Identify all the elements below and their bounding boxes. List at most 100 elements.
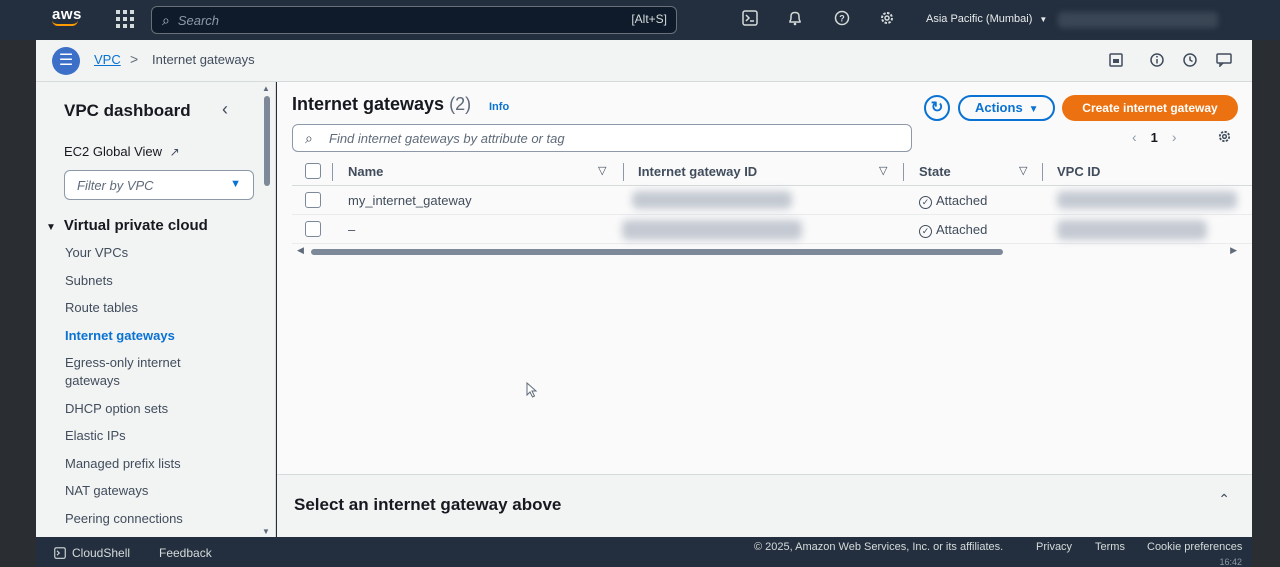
- scrollbar-thumb[interactable]: [311, 249, 1003, 255]
- breadcrumb: ☰ VPC > Internet gateways: [36, 40, 1252, 82]
- column-header-vpc-id[interactable]: VPC ID: [1057, 164, 1100, 179]
- sort-icon[interactable]: ▽: [598, 164, 606, 177]
- pagination: ‹ 1 ›: [1132, 129, 1177, 145]
- services-grid-icon[interactable]: [116, 10, 134, 28]
- global-search-input[interactable]: ⌕ Search [Alt+S]: [151, 6, 677, 34]
- sidebar-item-your-vpcs[interactable]: Your VPCs: [65, 244, 255, 262]
- sidebar-item-egress-only-internet-gateways[interactable]: Egress-only internet gateways: [65, 354, 205, 390]
- account-menu[interactable]: [1058, 12, 1218, 28]
- row-checkbox[interactable]: [305, 192, 321, 208]
- column-header-state[interactable]: State: [919, 164, 951, 179]
- refresh-button[interactable]: ↻: [924, 95, 950, 121]
- cloudshell-label: CloudShell: [72, 546, 131, 560]
- sidebar-item-elastic-ips[interactable]: Elastic IPs: [65, 427, 255, 445]
- column-divider: [1042, 163, 1043, 181]
- scroll-right-icon[interactable]: ▶: [1230, 245, 1237, 256]
- row-state-label: Attached: [936, 193, 988, 208]
- sidebar-item-subnets[interactable]: Subnets: [65, 272, 255, 290]
- table-header: Name ▽ Internet gateway ID ▽ State ▽ VPC…: [292, 158, 1252, 186]
- redacted-vpc-id: [1057, 220, 1207, 240]
- sidebar-item-internet-gateways[interactable]: Internet gateways: [65, 327, 255, 345]
- ec2-global-view-link[interactable]: EC2 Global View ↗: [64, 144, 180, 159]
- chevron-down-icon: ▼: [1039, 15, 1048, 24]
- create-internet-gateway-button[interactable]: Create internet gateway: [1062, 95, 1238, 121]
- help-icon[interactable]: ?: [832, 10, 852, 30]
- column-header-internet-gateway-id[interactable]: Internet gateway ID: [638, 164, 757, 179]
- section-virtual-private-cloud[interactable]: ▼ Virtual private cloud: [46, 217, 208, 234]
- sort-icon[interactable]: ▽: [879, 164, 887, 177]
- caret-down-icon: ▼: [46, 222, 56, 233]
- caret-down-icon: ▼: [230, 178, 241, 190]
- menu-toggle-button[interactable]: ☰: [52, 47, 80, 75]
- item-count: (2): [449, 94, 472, 114]
- sidebar-item-peering-connections[interactable]: Peering connections: [65, 510, 255, 528]
- cookie-preferences-link[interactable]: Cookie preferences: [1147, 541, 1242, 553]
- top-navigation: aws ⌕ Search [Alt+S] ? Asia Pacific (Mum…: [0, 0, 1280, 40]
- scrollbar-thumb[interactable]: [264, 96, 270, 186]
- sort-icon[interactable]: ▽: [1019, 164, 1027, 177]
- row-state: ✓ Attached: [919, 193, 987, 209]
- scroll-up-icon[interactable]: ▲: [262, 84, 270, 93]
- table-row[interactable]: – ✓ Attached: [292, 215, 1252, 244]
- column-header-name[interactable]: Name: [348, 164, 383, 179]
- breadcrumb-vpc-link[interactable]: VPC: [94, 52, 121, 67]
- feedback-icon[interactable]: [1216, 53, 1232, 69]
- find-internet-gateways-input[interactable]: ⌕ Find internet gateways by attribute or…: [292, 124, 912, 152]
- chevron-left-icon[interactable]: ‹: [1132, 129, 1137, 145]
- caret-down-icon: ▼: [1028, 104, 1039, 115]
- check-circle-icon: ✓: [919, 225, 932, 238]
- cloudshell-icon: [54, 547, 66, 559]
- page-title: Internet gateways (2): [292, 94, 471, 115]
- scroll-down-icon[interactable]: ▼: [262, 527, 270, 536]
- row-name: my_internet_gateway: [348, 193, 472, 208]
- info-link[interactable]: Info: [489, 101, 509, 113]
- sidebar-scrollbar[interactable]: ▲ ▼: [262, 84, 272, 536]
- sidebar-item-route-tables[interactable]: Route tables: [65, 299, 255, 317]
- chevron-right-icon[interactable]: ›: [1172, 129, 1177, 145]
- breadcrumb-separator-icon: >: [130, 51, 139, 67]
- row-state-label: Attached: [936, 222, 988, 237]
- system-clock: 16:42: [1219, 557, 1242, 567]
- cloudshell-button[interactable]: CloudShell: [54, 546, 130, 560]
- table-horizontal-scrollbar[interactable]: ◀ ▶: [297, 245, 1237, 256]
- check-circle-icon: ✓: [919, 196, 932, 209]
- chevron-left-icon[interactable]: ‹: [222, 99, 228, 120]
- history-icon[interactable]: [1182, 53, 1198, 69]
- privacy-link[interactable]: Privacy: [1036, 541, 1072, 553]
- aws-logo-text: aws: [52, 6, 82, 23]
- redacted-gateway-id: [622, 220, 802, 240]
- filter-placeholder: Filter by VPC: [77, 178, 154, 193]
- sidebar-title[interactable]: VPC dashboard: [64, 101, 191, 121]
- chevron-up-icon[interactable]: ⌃: [1218, 491, 1230, 508]
- redacted-gateway-id: [632, 191, 792, 209]
- select-all-checkbox[interactable]: [305, 163, 321, 179]
- bell-icon[interactable]: [785, 10, 805, 30]
- scroll-left-icon[interactable]: ◀: [297, 245, 304, 256]
- ec2-global-view-label: EC2 Global View: [64, 144, 163, 159]
- side-navigation: VPC dashboard ‹ EC2 Global View ↗ Filter…: [36, 82, 276, 537]
- search-icon: ⌕: [305, 130, 313, 146]
- aws-logo[interactable]: aws: [52, 6, 82, 26]
- breadcrumb-current: Internet gateways: [152, 52, 255, 67]
- sidebar-item-managed-prefix-lists[interactable]: Managed prefix lists: [65, 455, 255, 473]
- settings-icon[interactable]: [877, 10, 897, 30]
- actions-label: Actions: [975, 100, 1023, 115]
- sidebar-items: Your VPCs Subnets Route tables Internet …: [65, 244, 255, 537]
- row-checkbox[interactable]: [305, 221, 321, 237]
- cloudshell-icon[interactable]: [740, 10, 760, 30]
- search-shortcut: [Alt+S]: [631, 12, 667, 26]
- page-number[interactable]: 1: [1151, 130, 1158, 145]
- panel-icon[interactable]: [1108, 53, 1124, 69]
- svg-text:?: ?: [839, 14, 845, 24]
- table-preferences-gear-icon[interactable]: [1217, 129, 1232, 148]
- filter-by-vpc-select[interactable]: Filter by VPC ▼: [64, 170, 254, 200]
- row-name: –: [348, 222, 356, 237]
- sidebar-item-nat-gateways[interactable]: NAT gateways: [65, 482, 255, 500]
- sidebar-item-dhcp-option-sets[interactable]: DHCP option sets: [65, 400, 255, 418]
- actions-button[interactable]: Actions ▼: [958, 95, 1055, 121]
- feedback-link[interactable]: Feedback: [159, 546, 212, 560]
- table-row[interactable]: my_internet_gateway ✓ Attached: [292, 186, 1252, 215]
- info-icon[interactable]: [1149, 53, 1165, 69]
- terms-link[interactable]: Terms: [1095, 541, 1125, 553]
- region-selector[interactable]: Asia Pacific (Mumbai) ▼: [926, 13, 1047, 25]
